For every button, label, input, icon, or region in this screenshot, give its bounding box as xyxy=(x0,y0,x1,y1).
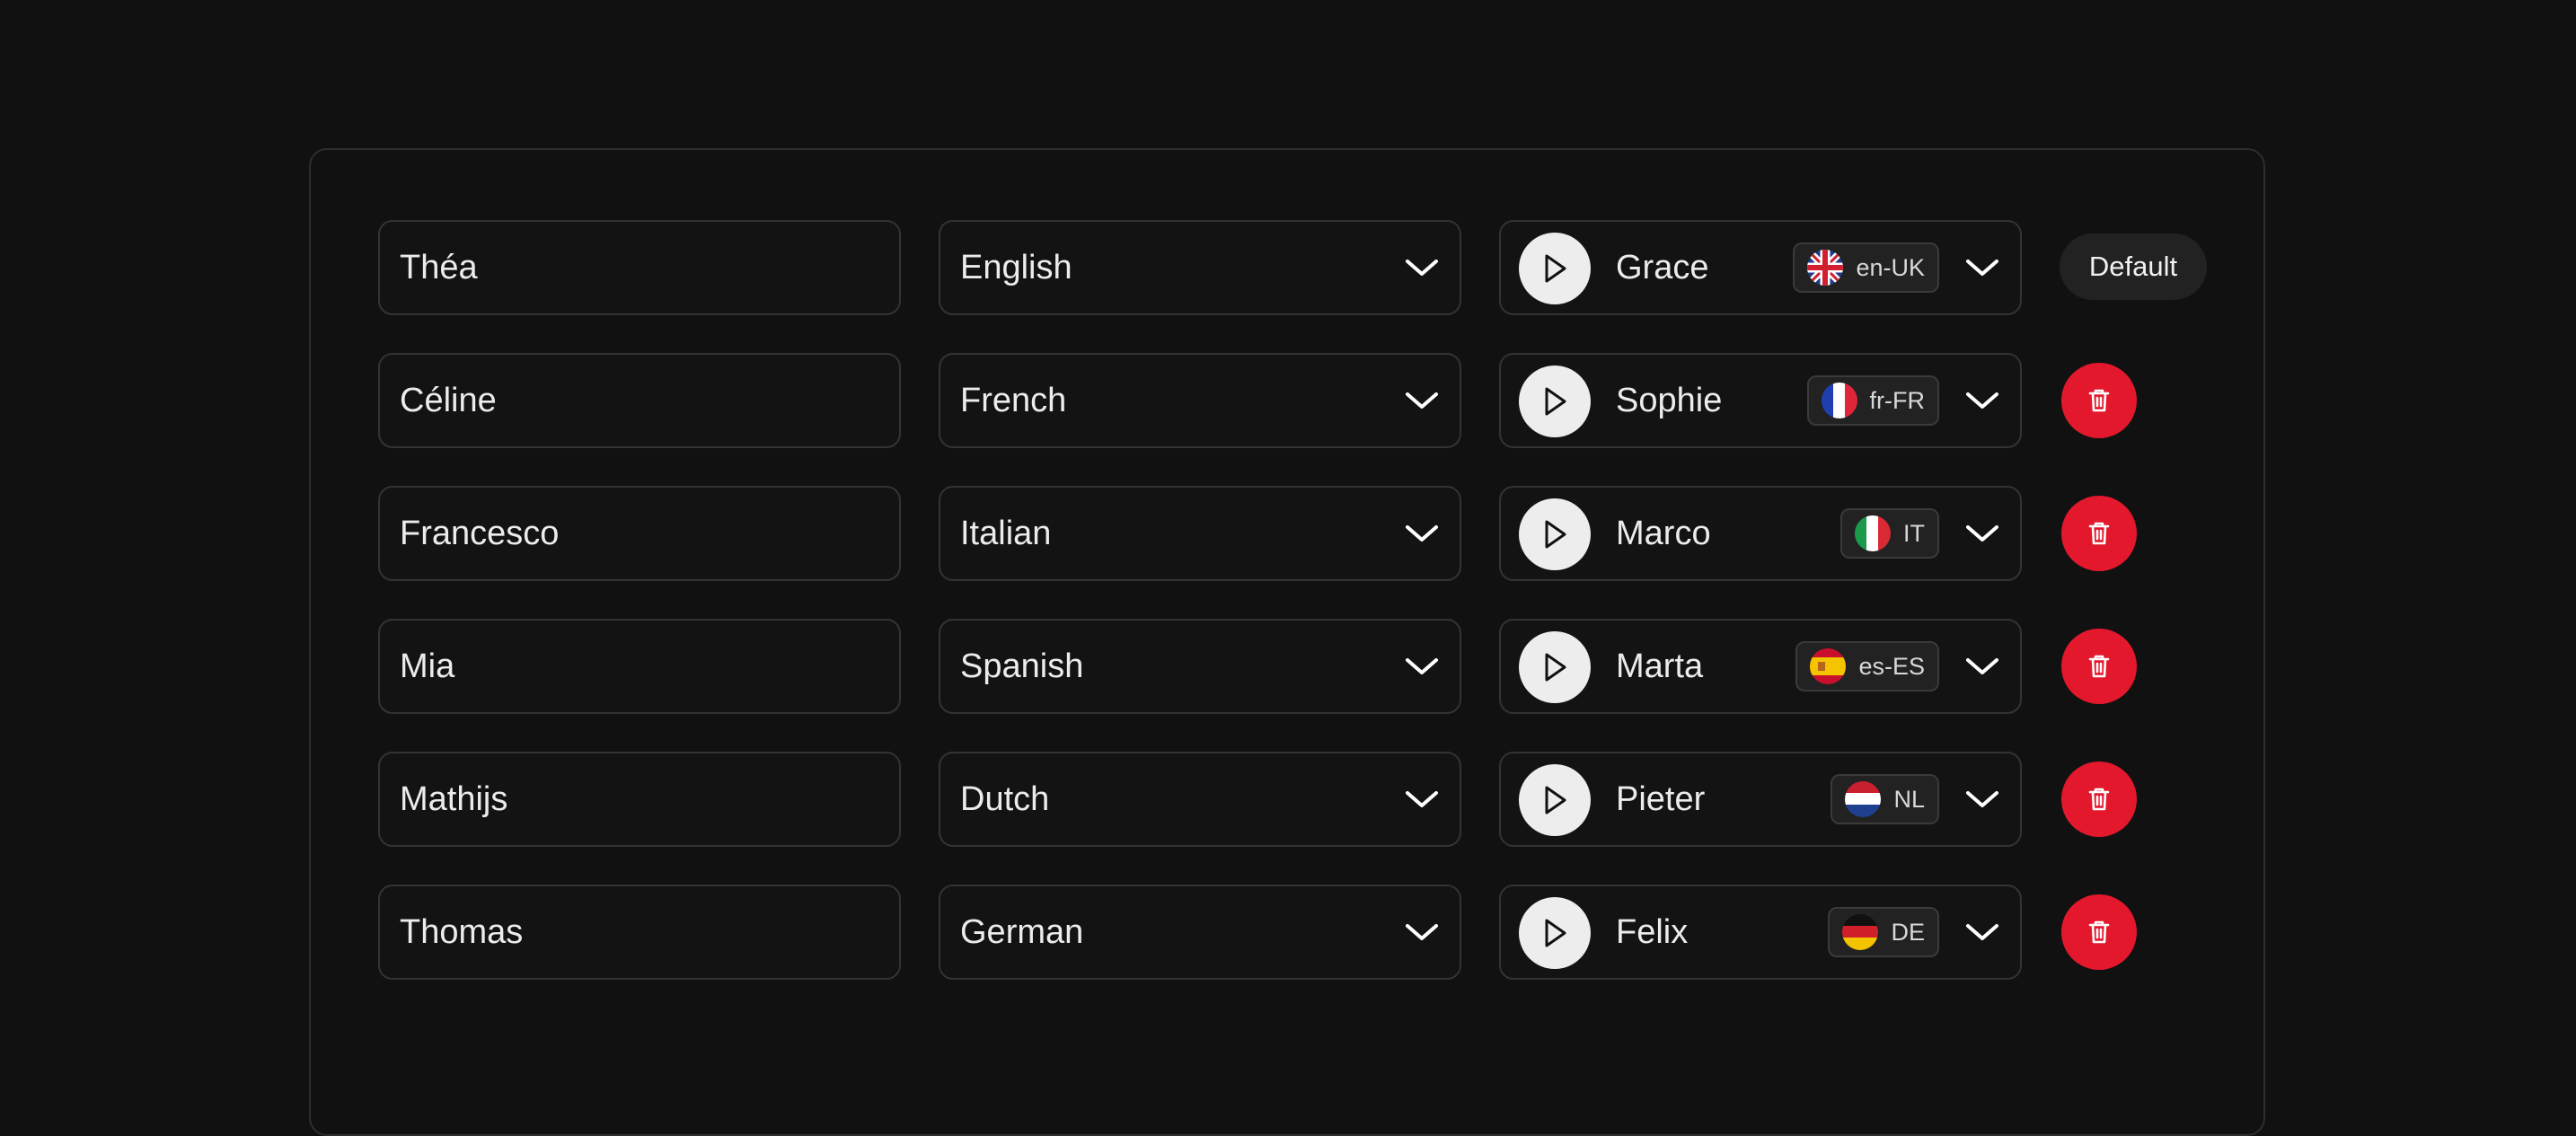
speaker-name-field[interactable]: Mia xyxy=(378,619,901,714)
netherlands-flag-icon xyxy=(1845,781,1882,817)
locale-code: en-UK xyxy=(1856,253,1925,281)
speaker-name-value: Mathijs xyxy=(400,780,508,818)
germany-flag-icon xyxy=(1842,914,1879,950)
locale-code: DE xyxy=(1891,918,1925,946)
voice-name: Sophie xyxy=(1616,382,1723,419)
language-value: French xyxy=(960,382,1067,419)
language-value: Dutch xyxy=(960,780,1050,818)
play-icon xyxy=(1545,653,1566,682)
play-preview-button[interactable] xyxy=(1519,365,1591,437)
locale-code: IT xyxy=(1903,519,1925,547)
locale-badge: es-ES xyxy=(1795,641,1939,691)
voice-select[interactable]: Marco IT xyxy=(1499,486,2022,581)
play-icon xyxy=(1545,387,1566,416)
trash-icon xyxy=(2088,389,2110,412)
delete-button[interactable] xyxy=(2061,363,2137,438)
speaker-name-value: Thomas xyxy=(400,913,524,951)
language-value: Spanish xyxy=(960,647,1084,685)
locale-badge: fr-FR xyxy=(1806,375,1939,426)
chevron-down-icon xyxy=(1406,525,1438,542)
language-select[interactable]: French xyxy=(939,353,1461,448)
language-select[interactable]: Italian xyxy=(939,486,1461,581)
delete-button[interactable] xyxy=(2061,629,2137,704)
voice-select[interactable]: Pieter NL xyxy=(1499,752,2022,847)
play-preview-button[interactable] xyxy=(1519,897,1591,969)
voice-name: Grace xyxy=(1616,249,1709,286)
play-preview-button[interactable] xyxy=(1519,631,1591,703)
locale-code: es-ES xyxy=(1858,652,1925,680)
chevron-down-icon xyxy=(1406,658,1438,674)
chevron-down-icon xyxy=(1406,791,1438,807)
locale-badge: NL xyxy=(1831,774,1939,824)
trash-icon xyxy=(2088,522,2110,545)
uk-flag-icon xyxy=(1807,250,1844,286)
delete-button[interactable] xyxy=(2061,762,2137,837)
play-icon xyxy=(1545,520,1566,549)
language-value: Italian xyxy=(960,515,1052,552)
speaker-name-value: Mia xyxy=(400,647,455,685)
speaker-name-field[interactable]: Céline xyxy=(378,353,901,448)
speaker-name-value: Céline xyxy=(400,382,497,419)
delete-button[interactable] xyxy=(2061,496,2137,571)
speaker-name-field[interactable]: Mathijs xyxy=(378,752,901,847)
language-value: German xyxy=(960,913,1084,951)
voice-settings-panel: Théa English Grace en-UK Default Céline … xyxy=(309,148,2265,1136)
chevron-down-icon xyxy=(1406,260,1438,276)
locale-badge: DE xyxy=(1828,907,1939,957)
language-select[interactable]: Dutch xyxy=(939,752,1461,847)
default-button[interactable]: Default xyxy=(2060,233,2207,300)
chevron-down-icon xyxy=(1406,392,1438,409)
chevron-down-icon xyxy=(1966,658,1998,674)
language-select[interactable]: English xyxy=(939,220,1461,315)
voice-select[interactable]: Marta es-ES xyxy=(1499,619,2022,714)
trash-icon xyxy=(2088,655,2110,678)
speaker-name-value: Francesco xyxy=(400,515,560,552)
play-icon xyxy=(1545,254,1566,283)
chevron-down-icon xyxy=(1966,260,1998,276)
voice-name: Marta xyxy=(1616,647,1704,685)
language-select[interactable]: Spanish xyxy=(939,619,1461,714)
language-value: English xyxy=(960,249,1072,286)
spain-flag-icon xyxy=(1810,648,1847,684)
voice-name: Pieter xyxy=(1616,780,1706,818)
language-select[interactable]: German xyxy=(939,885,1461,980)
speaker-name-field[interactable]: Théa xyxy=(378,220,901,315)
chevron-down-icon xyxy=(1966,392,1998,409)
play-icon xyxy=(1545,919,1566,947)
chevron-down-icon xyxy=(1406,924,1438,940)
voice-select[interactable]: Sophie fr-FR xyxy=(1499,353,2022,448)
voice-select[interactable]: Grace en-UK xyxy=(1499,220,2022,315)
locale-code: fr-FR xyxy=(1869,386,1925,414)
voice-name: Felix xyxy=(1616,913,1689,951)
locale-code: NL xyxy=(1893,785,1925,813)
locale-badge: IT xyxy=(1840,508,1939,559)
trash-icon xyxy=(2088,788,2110,811)
speaker-name-field[interactable]: Francesco xyxy=(378,486,901,581)
italy-flag-icon xyxy=(1855,515,1891,551)
play-preview-button[interactable] xyxy=(1519,764,1591,836)
france-flag-icon xyxy=(1821,383,1857,418)
trash-icon xyxy=(2088,920,2110,944)
voice-select[interactable]: Felix DE xyxy=(1499,885,2022,980)
chevron-down-icon xyxy=(1966,525,1998,542)
play-preview-button[interactable] xyxy=(1519,498,1591,570)
voice-name: Marco xyxy=(1616,515,1711,552)
chevron-down-icon xyxy=(1966,791,1998,807)
play-icon xyxy=(1545,786,1566,815)
speaker-name-field[interactable]: Thomas xyxy=(378,885,901,980)
delete-button[interactable] xyxy=(2061,894,2137,970)
chevron-down-icon xyxy=(1966,924,1998,940)
locale-badge: en-UK xyxy=(1793,242,1939,293)
play-preview-button[interactable] xyxy=(1519,233,1591,304)
speaker-name-value: Théa xyxy=(400,249,478,286)
